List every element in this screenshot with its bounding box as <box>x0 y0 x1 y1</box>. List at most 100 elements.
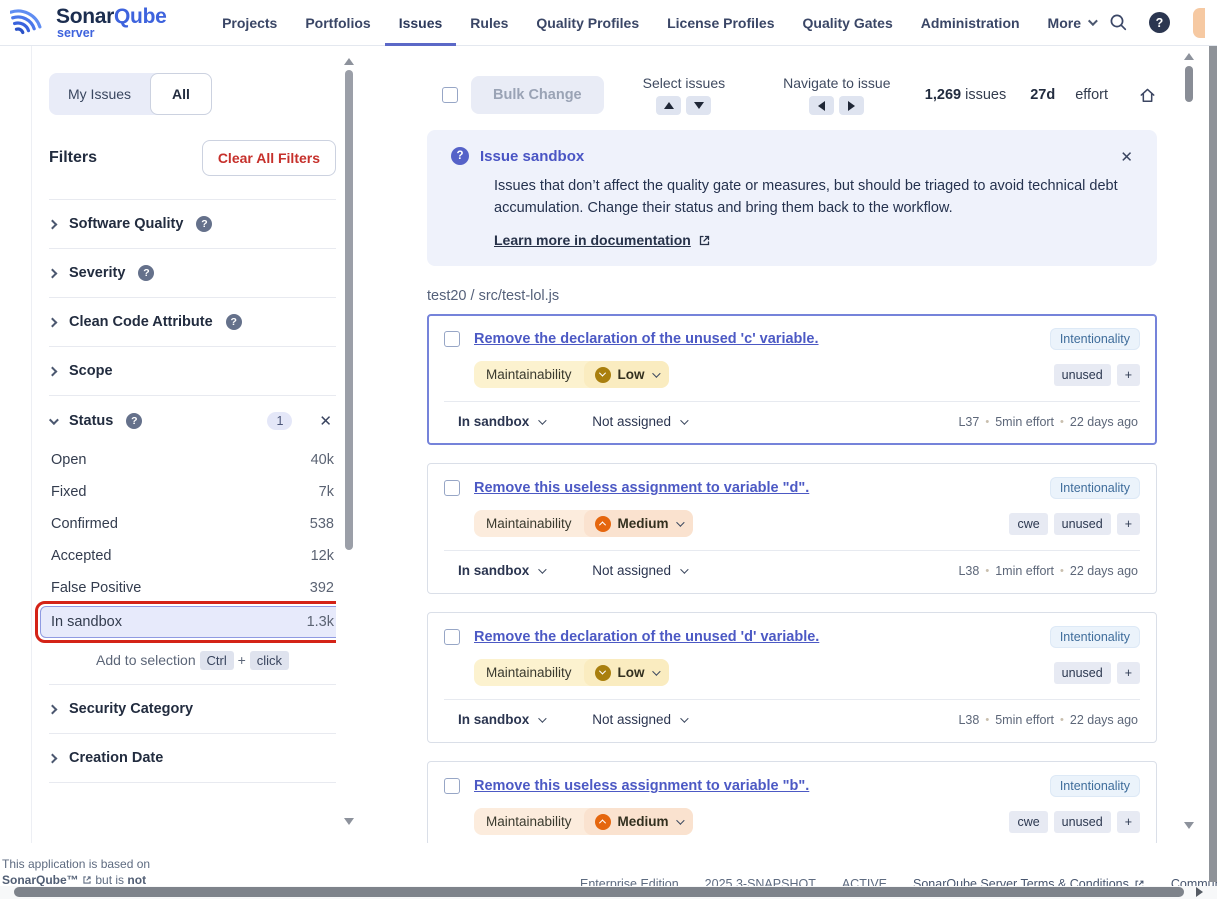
severity-dropdown[interactable]: Medium <box>584 808 693 835</box>
creation-date-header[interactable]: Creation Date <box>49 750 336 766</box>
nav-portfolios[interactable]: Portfolios <box>291 0 384 46</box>
issue-card[interactable]: Remove this useless assignment to variab… <box>427 761 1157 843</box>
sidebar-scroll-up-arrow[interactable] <box>344 58 354 65</box>
issue-checkbox[interactable] <box>444 331 460 347</box>
close-icon[interactable]: ✕ <box>1120 148 1133 166</box>
assignee-dropdown[interactable]: Not assigned <box>592 414 686 429</box>
issue-status-dropdown[interactable]: In sandbox <box>458 712 544 727</box>
nav-rules[interactable]: Rules <box>456 0 522 46</box>
clean-code-header[interactable]: Clean Code Attribute ? <box>49 314 336 330</box>
severity-dropdown[interactable]: Medium <box>584 510 693 537</box>
status-header[interactable]: Status ? 1 ✕ <box>49 412 336 430</box>
toggle-my-issues[interactable]: My Issues <box>49 73 150 115</box>
help-icon[interactable]: ? <box>196 216 212 232</box>
sidebar-scroll-down-arrow[interactable] <box>344 818 354 825</box>
sidebar-scrollbar-thumb[interactable] <box>345 70 353 550</box>
issue-card[interactable]: Remove this useless assignment to variab… <box>427 463 1157 594</box>
help-icon[interactable]: ? <box>138 265 154 281</box>
tag-chip[interactable]: unused <box>1054 364 1111 386</box>
severity-dropdown[interactable]: Low <box>584 361 669 388</box>
severity-low-icon <box>595 367 611 383</box>
issue-checkbox[interactable] <box>444 778 460 794</box>
issue-card[interactable]: Remove the declaration of the unused 'd'… <box>427 612 1157 743</box>
security-category-header[interactable]: Security Category <box>49 701 336 717</box>
nav-quality-gates[interactable]: Quality Gates <box>789 0 907 46</box>
scope-header[interactable]: Scope <box>49 363 336 379</box>
software-quality-severity-pill[interactable]: Maintainability Low <box>474 659 669 686</box>
chevron-right-icon <box>48 366 58 376</box>
horizontal-scroll-right-arrow[interactable] <box>1196 887 1203 897</box>
toggle-all[interactable]: All <box>150 73 212 115</box>
tag-chip[interactable]: cwe <box>1009 811 1047 833</box>
issue-checkbox[interactable] <box>444 629 460 645</box>
main-scrollbar-thumb[interactable] <box>1185 66 1193 102</box>
issue-status-dropdown[interactable]: In sandbox <box>458 563 544 578</box>
issue-card[interactable]: Remove the declaration of the unused 'c'… <box>427 314 1157 445</box>
clear-all-filters-button[interactable]: Clear All Filters <box>202 140 336 176</box>
nav-administration[interactable]: Administration <box>907 0 1034 46</box>
window-scrollbar[interactable] <box>1209 24 1217 882</box>
status-option-false-positive[interactable]: False Positive 392 <box>49 572 336 604</box>
help-icon[interactable]: ? <box>1149 12 1170 33</box>
severity-medium-icon <box>595 814 611 830</box>
severity-label: Low <box>618 367 645 382</box>
issue-status-dropdown[interactable]: In sandbox <box>458 414 544 429</box>
avatar[interactable] <box>1193 8 1205 38</box>
status-option-in-sandbox[interactable]: In sandbox 1.3k <box>40 606 336 638</box>
add-tag-button[interactable]: + <box>1117 513 1140 535</box>
navigate-to-issue-label: Navigate to issue <box>783 75 890 91</box>
help-icon[interactable]: ? <box>126 413 142 429</box>
severity-header[interactable]: Severity ? <box>49 265 336 281</box>
search-icon[interactable] <box>1109 13 1128 32</box>
bulk-change-button[interactable]: Bulk Change <box>471 76 604 114</box>
age-text: 22 days ago <box>1070 564 1138 578</box>
select-previous-issue-button[interactable] <box>656 96 681 115</box>
age-text: 22 days ago <box>1070 415 1138 429</box>
assignee-dropdown[interactable]: Not assigned <box>592 563 686 578</box>
status-option-open[interactable]: Open 40k <box>49 444 336 476</box>
home-icon[interactable] <box>1138 86 1157 105</box>
help-icon[interactable]: ? <box>226 314 242 330</box>
issue-title-link[interactable]: Remove the declaration of the unused 'c'… <box>474 331 819 347</box>
sonarqube-logo[interactable]: SonarQube server <box>10 3 194 43</box>
nav-quality-profiles[interactable]: Quality Profiles <box>522 0 653 46</box>
navigate-previous-button[interactable] <box>809 96 834 115</box>
issue-title-link[interactable]: Remove the declaration of the unused 'd'… <box>474 629 819 645</box>
software-quality-severity-pill[interactable]: Maintainability Medium <box>474 510 693 537</box>
issue-checkbox[interactable] <box>444 480 460 496</box>
issue-title-link[interactable]: Remove this useless assignment to variab… <box>474 778 809 794</box>
clean-code-label: Clean Code Attribute <box>69 314 213 330</box>
nav-projects[interactable]: Projects <box>208 0 291 46</box>
clear-status-filter-icon[interactable]: ✕ <box>319 412 332 430</box>
main-scroll-up-arrow[interactable] <box>1184 53 1194 60</box>
status-option-fixed[interactable]: Fixed 7k <box>49 476 336 508</box>
issue-title-link[interactable]: Remove this useless assignment to variab… <box>474 480 809 496</box>
tag-chip[interactable]: cwe <box>1009 513 1047 535</box>
software-quality-header[interactable]: Software Quality ? <box>49 216 336 232</box>
horizontal-scrollbar-thumb[interactable] <box>14 887 1184 897</box>
issue-meta: L38• 1min effort• 22 days ago <box>958 564 1138 578</box>
add-tag-button[interactable]: + <box>1117 364 1140 386</box>
assignee-label: Not assigned <box>592 414 671 429</box>
severity-label: Low <box>618 665 645 680</box>
learn-more-link[interactable]: Learn more in documentation <box>494 232 691 248</box>
nav-issues[interactable]: Issues <box>385 0 457 46</box>
select-next-issue-button[interactable] <box>686 96 711 115</box>
tag-chip[interactable]: unused <box>1054 662 1111 684</box>
assignee-dropdown[interactable]: Not assigned <box>592 712 686 727</box>
status-option-accepted[interactable]: Accepted 12k <box>49 540 336 572</box>
software-quality-severity-pill[interactable]: Maintainability Low <box>474 361 669 388</box>
select-all-checkbox[interactable] <box>442 87 458 103</box>
tag-chip[interactable]: unused <box>1054 513 1111 535</box>
navigate-next-button[interactable] <box>839 96 864 115</box>
tag-chip[interactable]: unused <box>1054 811 1111 833</box>
severity-dropdown[interactable]: Low <box>584 659 669 686</box>
add-tag-button[interactable]: + <box>1117 811 1140 833</box>
main-scroll-down-arrow[interactable] <box>1184 822 1194 829</box>
software-quality-severity-pill[interactable]: Maintainability Medium <box>474 808 693 835</box>
add-tag-button[interactable]: + <box>1117 662 1140 684</box>
issue-status-label: In sandbox <box>458 563 529 578</box>
nav-license-profiles[interactable]: License Profiles <box>653 0 788 46</box>
status-option-confirmed[interactable]: Confirmed 538 <box>49 508 336 540</box>
nav-more[interactable]: More <box>1034 0 1109 46</box>
